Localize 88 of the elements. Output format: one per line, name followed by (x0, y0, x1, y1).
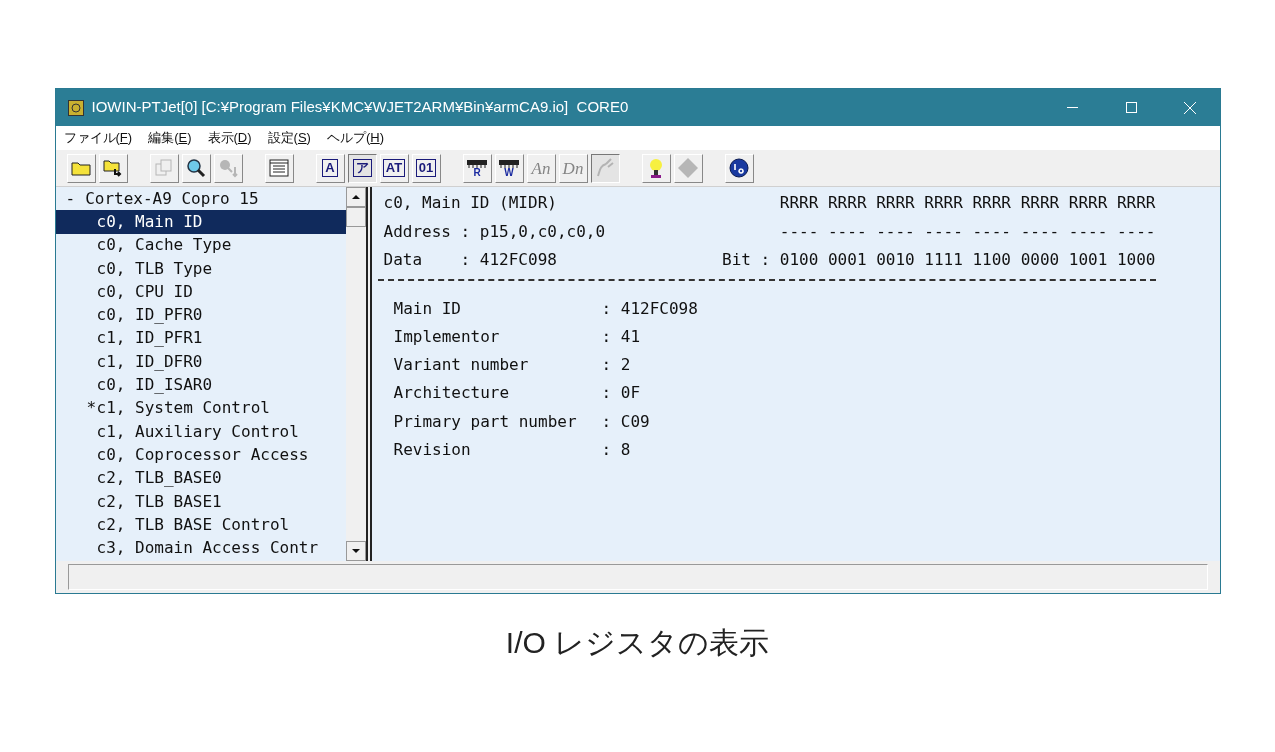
tree-item[interactable]: c2, TLB_BASE0 (55, 466, 346, 490)
toolbar-button[interactable]: 01 (411, 153, 441, 183)
info-icon (729, 158, 749, 178)
menu-item[interactable]: 表示(D) (207, 128, 252, 148)
tree-item-label: c0, CPU ID (96, 280, 193, 303)
tree-item-label: c2, TLB BASE1 (96, 490, 222, 513)
tree-item[interactable]: c1, ID_DFR0 (55, 350, 346, 374)
menu-item[interactable]: 編集(E) (148, 128, 192, 148)
toolbar-button[interactable]: A (315, 153, 345, 183)
tree-item[interactable]: c1, ID_PFR1 (55, 326, 346, 351)
scroll-down-icon[interactable] (345, 541, 366, 561)
maximize-icon (1125, 102, 1137, 113)
menu-item[interactable]: ヘルプ(H) (326, 128, 384, 148)
bit-row-text: Bit : 0100 0001 0010 1111 1100 0000 1001 1000 (722, 249, 1156, 272)
field-value: : 0F (601, 382, 642, 405)
tree-root[interactable]: - Cortex-A9 Copro 15 (55, 187, 346, 211)
tree-item-label: c1, ID_DFR0 (96, 350, 203, 373)
tree-item-label: c0, Cache Type (96, 234, 232, 257)
field-name: Implementor (393, 325, 501, 348)
field-value: : 41 (601, 325, 642, 348)
tree-item-label: c3, Domain Access Contr (96, 537, 319, 560)
letter-label: A (322, 159, 338, 177)
scrollbar[interactable] (345, 187, 366, 561)
folder-icon (71, 160, 91, 176)
field-name: Main ID (393, 297, 462, 320)
modified-mark: * (86, 397, 97, 420)
collapse-toggle[interactable]: - (65, 186, 76, 211)
plug-icon (595, 158, 615, 178)
tree-item-label: c0, Main ID (96, 210, 203, 233)
field-name: Primary part number (393, 410, 578, 433)
letter-label: An (531, 159, 551, 177)
tree-item[interactable]: c2, TLB BASE1 (55, 489, 346, 514)
tree-item-label: c1, Auxiliary Control (96, 420, 299, 443)
register-info: Data : 412FC098 (383, 249, 557, 272)
list-icon (269, 159, 289, 177)
diamond-icon (677, 157, 699, 179)
tree-item-label: c0, Coprocessor Access (96, 443, 309, 466)
scroll-up-icon[interactable] (345, 187, 366, 207)
tree-item[interactable]: c0, ID_PFR0 (55, 303, 346, 327)
tree-root-label: Cortex-A9 Copro 15 (85, 187, 259, 210)
window-title: IOWIN-PTJet[0] [C:¥Program Files¥KMC¥WJET2ARM¥Bin¥armCA9.io] CORE0 (91, 97, 629, 118)
toolbar-button[interactable]: ア (347, 153, 377, 183)
tree-item[interactable]: c3, Domain Access Contr (55, 536, 346, 560)
tree-item[interactable]: c0, TLB Type (55, 256, 346, 281)
bit-row-text: ---- ---- ---- ---- ---- ---- ---- ---- (779, 220, 1156, 243)
tree-item[interactable]: c1, Auxiliary Control (55, 419, 346, 444)
toolbar-button[interactable]: AT (379, 153, 409, 183)
menu-item[interactable]: ファイル(F) (63, 128, 133, 148)
field-name: Architecture (393, 382, 511, 405)
tree-item[interactable]: c2, TLB BASE Control (55, 513, 346, 537)
register-info: Address : p15,0,c0,c0,0 (383, 220, 606, 243)
register-info: c0, Main ID (MIDR) (383, 192, 557, 215)
tree-item-label: c1, System Control (96, 397, 270, 420)
letter-label: Dn (562, 159, 584, 177)
tree-item-label: c1, ID_PFR1 (96, 327, 203, 350)
field-value: : 8 (601, 439, 632, 461)
field-name: Variant number (393, 354, 530, 377)
pane-splitter[interactable] (365, 187, 372, 561)
field-name: Revision (393, 439, 472, 461)
close-icon (1184, 101, 1196, 114)
tree-item[interactable]: c0, CPU ID (55, 280, 346, 304)
tree-item-label: c0, ID_PFR0 (96, 304, 203, 327)
tree-item-label: c2, TLB_BASE0 (96, 467, 222, 490)
field-value: : C09 (601, 410, 651, 433)
letter-label: AT (382, 159, 406, 177)
caption: I/O レジスタの表示 (505, 625, 770, 661)
tree-item-label: c0, TLB Type (96, 257, 213, 280)
scroll-thumb[interactable] (345, 207, 366, 227)
folder-arrow-icon (103, 159, 123, 177)
letter-label: ア (352, 159, 372, 177)
field-value: : 412FC098 (601, 297, 698, 320)
tree-item[interactable]: c0, Main ID (55, 210, 346, 234)
menu-item[interactable]: 設定(S) (267, 128, 311, 148)
tree-item-label: c0, ID_ISAR0 (96, 374, 213, 397)
light-bulb-icon (648, 157, 664, 179)
bit-row-text: RRRR RRRR RRRR RRRR RRRR RRRR RRRR RRRR (779, 192, 1156, 215)
app-icon (67, 99, 84, 116)
tree-item-label: c2, TLB BASE Control (96, 513, 290, 536)
minimize-icon (1066, 106, 1078, 109)
search-next-icon (218, 158, 238, 178)
tree-item[interactable]: *c1, System Control (55, 396, 346, 420)
field-value: : 2 (601, 354, 632, 377)
tree-item[interactable]: c0, ID_ISAR0 (55, 373, 346, 397)
letter-label: 01 (415, 159, 437, 177)
tree-item[interactable]: c0, Cache Type (55, 233, 346, 257)
search-icon (186, 158, 206, 178)
tree-item[interactable]: c0, Coprocessor Access (55, 443, 346, 467)
copy-icon (155, 159, 173, 177)
